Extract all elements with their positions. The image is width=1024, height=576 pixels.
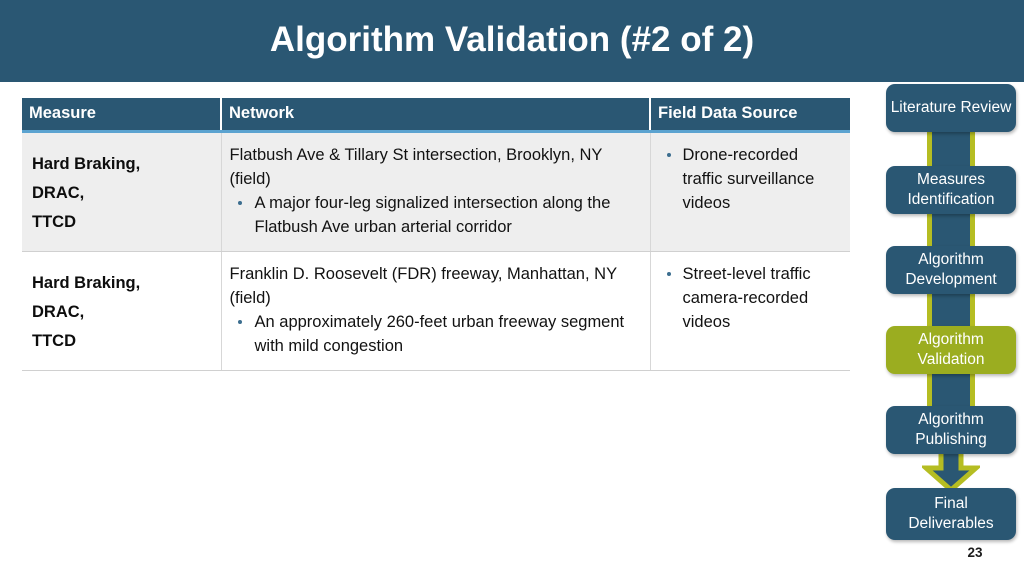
validation-table: Measure Network Field Data Source Hard B…	[22, 98, 850, 371]
column-header-network: Network	[221, 98, 651, 133]
measure-line: DRAC,	[32, 184, 85, 202]
flow-step-label: Algorithm Development	[905, 250, 997, 289]
flow-step-measures-identification[interactable]: Measures Identification	[886, 166, 1016, 214]
flow-step-literature-review[interactable]: Literature Review	[886, 84, 1016, 132]
measure-line: DRAC,	[32, 303, 85, 321]
field-bullet-list: Drone-recorded traffic surveillance vide…	[659, 143, 843, 215]
column-header-field-data-source: Field Data Source	[650, 98, 850, 133]
flow-connector-3	[927, 292, 975, 330]
cell-network: Flatbush Ave & Tillary St intersection, …	[221, 131, 651, 252]
cell-field-data-source: Drone-recorded traffic surveillance vide…	[650, 131, 850, 252]
cell-measure: Hard Braking, DRAC, TTCD	[22, 131, 222, 252]
table-header: Measure Network Field Data Source	[22, 98, 850, 133]
list-item: Street-level traffic camera-recorded vid…	[659, 262, 843, 334]
flow-arrow-down-icon	[919, 445, 983, 494]
flow-step-algorithm-publishing[interactable]: Algorithm Publishing	[886, 406, 1016, 454]
measure-line: Hard Braking,	[32, 274, 141, 292]
network-bullet-list: A major four-leg signalized intersection…	[230, 191, 642, 239]
flow-step-algorithm-validation[interactable]: Algorithm Validation	[886, 326, 1016, 374]
page-title: Algorithm Validation (#2 of 2)	[269, 20, 755, 59]
cell-measure: Hard Braking, DRAC, TTCD	[22, 251, 222, 371]
flow-connector-1	[927, 130, 975, 170]
network-lead-text: Franklin D. Roosevelt (FDR) freeway, Man…	[229, 265, 617, 307]
network-bullet-list: An approximately 260-feet urban freeway …	[230, 310, 642, 358]
list-item: A major four-leg signalized intersection…	[230, 191, 642, 239]
table-header-row: Measure Network Field Data Source	[22, 98, 850, 133]
page-number: 23	[967, 545, 983, 560]
flow-step-label: Literature Review	[890, 98, 1012, 116]
field-bullet-list: Street-level traffic camera-recorded vid…	[659, 262, 843, 334]
table-row: Hard Braking, DRAC, TTCD Franklin D. Roo…	[22, 251, 850, 371]
measure-line: TTCD	[32, 213, 76, 231]
cell-field-data-source: Street-level traffic camera-recorded vid…	[650, 251, 850, 371]
slide-title-bar: Algorithm Validation (#2 of 2)	[0, 0, 1024, 82]
measure-line: Hard Braking,	[32, 155, 141, 173]
flow-step-label: Algorithm Publishing	[915, 410, 987, 449]
flow-step-algorithm-development[interactable]: Algorithm Development	[886, 246, 1016, 294]
table-body: Hard Braking, DRAC, TTCD Flatbush Ave & …	[22, 131, 850, 371]
list-item: An approximately 260-feet urban freeway …	[230, 310, 642, 358]
flow-step-final-deliverables[interactable]: Final Deliverables	[886, 488, 1016, 540]
flow-connector-4	[927, 372, 975, 410]
measure-line: TTCD	[32, 332, 76, 350]
cell-network: Franklin D. Roosevelt (FDR) freeway, Man…	[221, 251, 651, 371]
flow-connector-2	[927, 212, 975, 250]
flow-step-label: Algorithm Validation	[917, 330, 985, 369]
table-row: Hard Braking, DRAC, TTCD Flatbush Ave & …	[22, 131, 850, 252]
column-header-measure: Measure	[22, 98, 222, 133]
network-lead-text: Flatbush Ave & Tillary St intersection, …	[229, 146, 603, 188]
flow-step-label: Measures Identification	[907, 170, 995, 209]
list-item: Drone-recorded traffic surveillance vide…	[659, 143, 843, 215]
process-flowchart: Literature Review Measures Identificatio…	[886, 84, 1016, 554]
flow-step-label: Final Deliverables	[908, 494, 994, 533]
